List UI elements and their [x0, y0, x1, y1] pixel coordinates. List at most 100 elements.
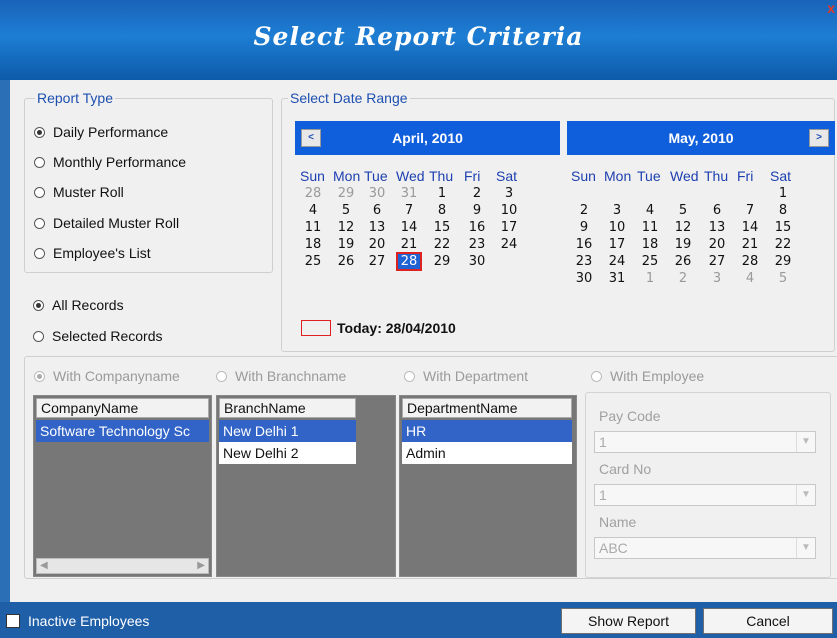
radio-all-records[interactable]: All Records — [33, 297, 124, 313]
calendar-day[interactable]: 24 — [498, 237, 520, 252]
calendar-day[interactable]: 9 — [466, 203, 488, 218]
calendar-day[interactable]: 5 — [672, 203, 694, 218]
calendar-day[interactable]: 13 — [706, 220, 728, 235]
calendar-day[interactable]: 31 — [398, 186, 420, 201]
radio-selected-records[interactable]: Selected Records — [33, 328, 163, 344]
show-report-button[interactable]: Show Report — [561, 608, 696, 634]
calendar-day[interactable]: 15 — [431, 220, 453, 235]
calendar-day[interactable]: 4 — [639, 203, 661, 218]
calendar-day[interactable]: 2 — [573, 203, 595, 218]
radio-with-branchname[interactable]: With Branchname — [216, 368, 346, 384]
today-label[interactable]: Today: 28/04/2010 — [337, 320, 456, 336]
radio-muster-roll[interactable]: Muster Roll — [34, 184, 124, 200]
chevron-down-icon[interactable]: ▼ — [796, 432, 815, 452]
calendar-day[interactable]: 29 — [431, 254, 453, 269]
calendar-day[interactable]: 17 — [606, 237, 628, 252]
calendar-day[interactable]: 22 — [431, 237, 453, 252]
calendar-day[interactable]: 29 — [772, 254, 794, 269]
calendar-day[interactable]: 19 — [672, 237, 694, 252]
calendar-day[interactable]: 27 — [706, 254, 728, 269]
calendar-day[interactable]: 6 — [366, 203, 388, 218]
calendar-day[interactable]: 15 — [772, 220, 794, 235]
table-row[interactable]: HR — [402, 420, 572, 442]
scroll-left-icon[interactable]: ◀ — [40, 559, 48, 573]
pay-code-select[interactable]: 1 ▼ — [594, 431, 816, 453]
radio-employees-list[interactable]: Employee's List — [34, 245, 151, 261]
calendar-day[interactable]: 26 — [335, 254, 357, 269]
calendar-day[interactable]: 1 — [431, 186, 453, 201]
department-grid[interactable]: DepartmentName HR Admin — [399, 395, 577, 577]
calendar-day[interactable]: 17 — [498, 220, 520, 235]
calendar-day[interactable]: 22 — [772, 237, 794, 252]
calendar-day[interactable]: 20 — [706, 237, 728, 252]
calendar-day[interactable]: 27 — [366, 254, 388, 269]
chevron-down-icon[interactable]: ▼ — [796, 538, 815, 558]
calendar-day[interactable]: 5 — [772, 271, 794, 286]
calendar-day[interactable]: 28 — [302, 186, 324, 201]
calendar-day[interactable]: 16 — [466, 220, 488, 235]
name-select[interactable]: ABC ▼ — [594, 537, 816, 559]
table-row[interactable]: Admin — [402, 442, 572, 464]
company-grid-scrollbar[interactable]: ◀ ▶ — [36, 558, 209, 574]
calendar-day[interactable]: 28 — [396, 252, 422, 271]
calendar-day[interactable]: 13 — [366, 220, 388, 235]
department-grid-header[interactable]: DepartmentName — [402, 398, 572, 418]
scroll-right-icon[interactable]: ▶ — [197, 559, 205, 573]
table-row[interactable]: Software Technology Sc — [36, 420, 209, 442]
close-icon[interactable]: x — [827, 0, 835, 16]
branch-grid[interactable]: BranchName New Delhi 1 New Delhi 2 — [216, 395, 396, 577]
table-row[interactable]: New Delhi 2 — [219, 442, 356, 464]
card-no-select[interactable]: 1 ▼ — [594, 484, 816, 506]
calendar-day[interactable]: 11 — [302, 220, 324, 235]
calendar-day[interactable]: 4 — [302, 203, 324, 218]
calendar-day[interactable]: 20 — [366, 237, 388, 252]
calendar-day[interactable]: 30 — [466, 254, 488, 269]
checkbox-box[interactable] — [6, 614, 20, 628]
calendar-day[interactable]: 16 — [573, 237, 595, 252]
calendar-day[interactable]: 25 — [302, 254, 324, 269]
next-month-button[interactable]: > — [809, 129, 829, 147]
company-grid-header[interactable]: CompanyName — [36, 398, 209, 418]
calendar-day[interactable]: 21 — [739, 237, 761, 252]
radio-daily-performance[interactable]: Daily Performance — [34, 124, 168, 140]
calendar-day[interactable]: 19 — [335, 237, 357, 252]
calendar-day[interactable]: 10 — [498, 203, 520, 218]
calendar-day[interactable]: 14 — [739, 220, 761, 235]
calendar-day[interactable]: 18 — [639, 237, 661, 252]
calendar-day[interactable]: 11 — [639, 220, 661, 235]
calendar-day[interactable]: 26 — [672, 254, 694, 269]
calendar-day[interactable]: 5 — [335, 203, 357, 218]
calendar-day[interactable]: 25 — [639, 254, 661, 269]
calendar-day[interactable]: 1 — [639, 271, 661, 286]
calendar-day[interactable]: 2 — [672, 271, 694, 286]
calendar-day[interactable]: 2 — [466, 186, 488, 201]
calendar-day[interactable]: 3 — [706, 271, 728, 286]
calendar-day[interactable]: 31 — [606, 271, 628, 286]
calendar-day[interactable]: 3 — [498, 186, 520, 201]
calendar-day[interactable]: 14 — [398, 220, 420, 235]
calendar-day[interactable]: 30 — [366, 186, 388, 201]
calendar-day[interactable]: 9 — [573, 220, 595, 235]
calendar-day[interactable]: 21 — [398, 237, 420, 252]
calendar-day[interactable]: 3 — [606, 203, 628, 218]
radio-with-companyname[interactable]: With Companyname — [34, 368, 180, 384]
calendar-day[interactable]: 29 — [335, 186, 357, 201]
calendar-day[interactable]: 4 — [739, 271, 761, 286]
calendar-day[interactable]: 12 — [335, 220, 357, 235]
calendar-day[interactable]: 7 — [739, 203, 761, 218]
radio-monthly-performance[interactable]: Monthly Performance — [34, 154, 186, 170]
table-row[interactable]: New Delhi 1 — [219, 420, 356, 442]
calendar-day[interactable]: 8 — [431, 203, 453, 218]
calendar-day[interactable]: 1 — [772, 186, 794, 201]
radio-with-employee[interactable]: With Employee — [591, 368, 704, 384]
radio-with-department[interactable]: With Department — [404, 368, 528, 384]
branch-grid-header[interactable]: BranchName — [219, 398, 356, 418]
calendar-day[interactable]: 23 — [573, 254, 595, 269]
radio-detailed-muster-roll[interactable]: Detailed Muster Roll — [34, 215, 179, 231]
calendar-day[interactable]: 6 — [706, 203, 728, 218]
calendar-day[interactable]: 7 — [398, 203, 420, 218]
calendar-day[interactable]: 10 — [606, 220, 628, 235]
cancel-button[interactable]: Cancel — [703, 608, 833, 634]
prev-month-button[interactable]: < — [301, 129, 321, 147]
calendar-day[interactable]: 12 — [672, 220, 694, 235]
